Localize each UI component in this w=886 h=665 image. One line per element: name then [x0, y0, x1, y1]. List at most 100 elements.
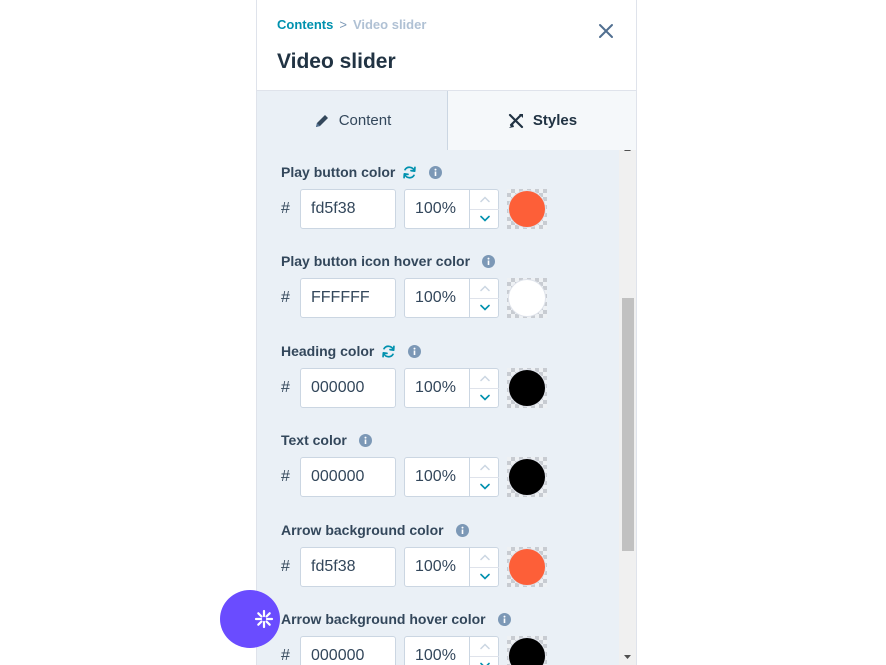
chevron-up-icon	[479, 375, 490, 382]
tab-styles-label: Styles	[532, 112, 578, 129]
scrollbar[interactable]	[619, 150, 636, 665]
info-icon[interactable]	[429, 165, 443, 179]
color-swatch-button[interactable]	[507, 636, 547, 665]
color-swatch	[508, 458, 546, 496]
opacity-increment-button[interactable]	[470, 190, 499, 210]
opacity-decrement-button[interactable]	[470, 209, 499, 228]
hex-color-input[interactable]	[300, 368, 396, 408]
opacity-decrement-button[interactable]	[470, 388, 499, 407]
color-swatch-button[interactable]	[507, 547, 547, 587]
style-editor-panel: Contents > Video slider Video slider Conte…	[256, 0, 637, 665]
opacity-decrement-button[interactable]	[470, 298, 499, 317]
hash-prefix: #	[281, 200, 290, 217]
opacity-control	[404, 278, 499, 318]
chevron-down-icon	[479, 304, 490, 311]
help-widget-button[interactable]	[220, 590, 280, 648]
field-label: Play button icon hover color	[281, 253, 471, 269]
chevron-down-icon	[479, 573, 490, 580]
info-icon[interactable]	[455, 523, 469, 537]
chevron-up-icon	[479, 464, 490, 471]
opacity-stepper	[469, 190, 499, 228]
color-swatch-button[interactable]	[507, 457, 547, 497]
opacity-stepper	[469, 548, 499, 586]
chevron-down-icon	[479, 394, 490, 401]
color-field: Heading color #	[281, 341, 581, 408]
reset-icon[interactable]	[402, 165, 417, 180]
opacity-control	[404, 547, 499, 587]
opacity-increment-button[interactable]	[470, 548, 499, 568]
opacity-decrement-button[interactable]	[470, 477, 499, 496]
tab-content[interactable]: Content	[257, 91, 448, 150]
close-icon[interactable]	[595, 20, 617, 42]
opacity-control	[404, 457, 499, 497]
field-label: Arrow background color	[281, 522, 444, 538]
color-input-row: #	[281, 636, 581, 665]
chevron-down-icon	[479, 483, 490, 490]
opacity-stepper	[469, 458, 499, 496]
opacity-stepper	[469, 637, 499, 665]
color-input-row: #	[281, 368, 581, 408]
color-swatch-button[interactable]	[507, 368, 547, 408]
opacity-input[interactable]	[405, 548, 469, 586]
scrollbar-thumb[interactable]	[622, 298, 634, 551]
info-icon[interactable]	[358, 433, 372, 447]
info-icon[interactable]	[497, 612, 511, 626]
tab-styles[interactable]: Styles	[448, 91, 636, 150]
color-field: Arrow background hover color #	[281, 609, 581, 665]
pencil-icon	[315, 114, 328, 127]
tab-bar: Content Styles	[257, 90, 636, 151]
opacity-decrement-button[interactable]	[470, 656, 499, 665]
field-label: Text color	[281, 432, 347, 448]
breadcrumb-contents-link[interactable]: Contents	[277, 17, 333, 32]
chevron-down-icon	[479, 215, 490, 222]
opacity-stepper	[469, 369, 499, 407]
color-field: Text color #	[281, 430, 581, 497]
hex-color-input[interactable]	[300, 278, 396, 318]
opacity-control	[404, 636, 499, 665]
color-field: Play button color #	[281, 162, 581, 229]
scroll-down-arrow-icon[interactable]	[623, 652, 632, 661]
style-fields-scroll-area[interactable]: Play button color # fd5f38 100% Play but…	[257, 150, 636, 665]
hash-prefix: #	[281, 647, 290, 664]
field-label-row: Arrow background color	[281, 520, 581, 540]
scroll-up-arrow-icon[interactable]	[623, 150, 632, 154]
color-input-row: #	[281, 457, 581, 497]
hex-color-input[interactable]	[300, 457, 396, 497]
opacity-increment-button[interactable]	[470, 279, 499, 299]
opacity-input[interactable]	[405, 458, 469, 496]
info-icon[interactable]	[482, 254, 496, 268]
info-icon[interactable]	[408, 344, 422, 358]
opacity-input[interactable]	[405, 369, 469, 407]
opacity-control	[404, 368, 499, 408]
chevron-up-icon	[479, 643, 490, 650]
breadcrumb-separator: >	[339, 17, 347, 32]
color-input-row: #	[281, 189, 581, 229]
chevron-up-icon	[479, 554, 490, 561]
opacity-input[interactable]	[405, 279, 469, 317]
hex-color-input[interactable]	[300, 189, 396, 229]
styles-icon	[508, 113, 523, 128]
opacity-increment-button[interactable]	[470, 369, 499, 389]
sparkle-icon	[254, 609, 274, 629]
color-swatch-button[interactable]	[507, 278, 547, 318]
color-field: Play button icon hover color #	[281, 251, 581, 318]
chevron-up-icon	[479, 285, 490, 292]
color-swatch	[508, 190, 546, 228]
opacity-decrement-button[interactable]	[470, 567, 499, 586]
opacity-stepper	[469, 279, 499, 317]
hash-prefix: #	[281, 468, 290, 485]
field-label-row: Play button icon hover color	[281, 251, 581, 271]
opacity-input[interactable]	[405, 190, 469, 228]
opacity-increment-button[interactable]	[470, 458, 499, 478]
hex-color-input[interactable]	[300, 547, 396, 587]
reset-icon[interactable]	[381, 344, 396, 359]
color-swatch-button[interactable]	[507, 189, 547, 229]
opacity-increment-button[interactable]	[470, 637, 499, 657]
color-input-row: #	[281, 278, 581, 318]
breadcrumb-current: Video slider	[352, 17, 427, 32]
opacity-input[interactable]	[405, 637, 469, 665]
page-title: Video slider	[277, 50, 396, 73]
hash-prefix: #	[281, 379, 290, 396]
field-label-row: Arrow background hover color	[281, 609, 581, 629]
hex-color-input[interactable]	[300, 636, 396, 665]
